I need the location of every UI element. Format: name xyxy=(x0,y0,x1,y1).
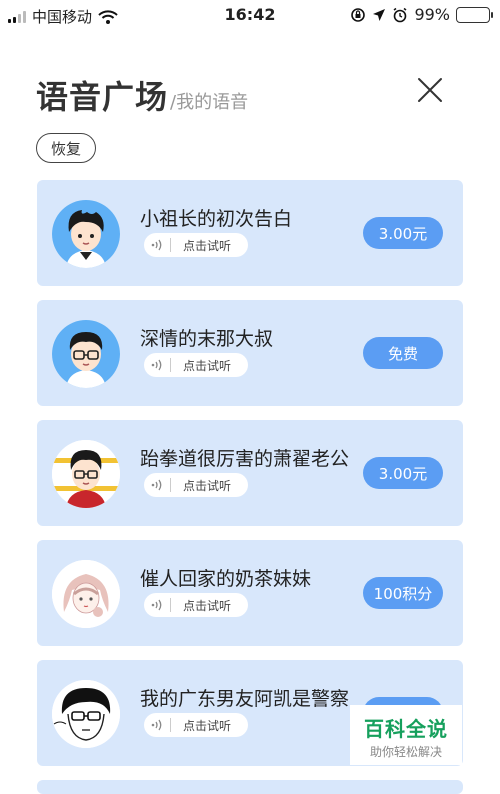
listen-button[interactable]: 点击试听 xyxy=(144,593,248,617)
status-bar: 中国移动 16:42 99% xyxy=(0,0,500,30)
voice-card[interactable]: 小祖长的初次告白 点击试听 3.00元 xyxy=(37,180,463,286)
watermark-sub-text: 助你轻松解决 xyxy=(369,745,442,759)
page-title: 语音广场 xyxy=(36,78,169,116)
voice-card-partial[interactable] xyxy=(37,780,463,794)
location-icon xyxy=(373,8,386,21)
voice-list: 小祖长的初次告白 点击试听 3.00元 深情的末那大叔 点击试听 免费 跆拳道很… xyxy=(37,180,463,794)
price-button[interactable]: 免费 xyxy=(363,337,443,369)
listen-label: 点击试听 xyxy=(183,598,232,613)
voice-card[interactable]: 催人回家的奶茶妹妹 点击试听 100积分 xyxy=(37,540,463,646)
voice-title: 跆拳道很厉害的萧翟老公 xyxy=(140,448,350,470)
listen-label: 点击试听 xyxy=(183,718,232,733)
listen-button[interactable]: 点击试听 xyxy=(144,473,248,497)
voice-title: 我的广东男友阿凯是警察 xyxy=(140,688,350,710)
listen-button[interactable]: 点击试听 xyxy=(144,353,248,377)
boy-cartoon-avatar xyxy=(52,200,120,268)
voice-card[interactable]: 跆拳道很厉害的萧翟老公 点击试听 3.00元 xyxy=(37,420,463,526)
restore-button[interactable]: 恢复 xyxy=(36,133,96,163)
title-row: 语音广场 /我的语音 xyxy=(36,72,248,118)
listen-divider xyxy=(170,478,171,492)
listen-divider xyxy=(170,718,171,732)
watermark-main-text: 百科全说 xyxy=(364,717,448,741)
close-icon xyxy=(418,78,442,102)
listen-button[interactable]: 点击试听 xyxy=(144,713,248,737)
glasses-boy-avatar xyxy=(52,320,120,388)
sound-wave-icon xyxy=(144,598,170,612)
listen-divider xyxy=(170,598,171,612)
voice-title: 催人回家的奶茶妹妹 xyxy=(140,568,312,590)
sound-wave-icon xyxy=(144,478,170,492)
page-subtitle-my-voice[interactable]: /我的语音 xyxy=(170,88,248,114)
girl-sketch-avatar xyxy=(52,560,120,628)
screen-lock-icon xyxy=(351,7,366,22)
alarm-icon xyxy=(393,7,407,22)
price-button[interactable]: 100积分 xyxy=(363,577,443,609)
watermark-logo: 百科全说 助你轻松解决 xyxy=(350,705,462,765)
red-shirt-boy-avatar xyxy=(52,440,120,508)
voice-title: 小祖长的初次告白 xyxy=(140,208,293,230)
voice-card[interactable]: 深情的末那大叔 点击试听 免费 xyxy=(37,300,463,406)
listen-label: 点击试听 xyxy=(183,358,232,373)
listen-label: 点击试听 xyxy=(183,478,232,493)
sound-wave-icon xyxy=(144,238,170,252)
listen-divider xyxy=(170,238,171,252)
close-button[interactable] xyxy=(410,70,450,110)
sound-wave-icon xyxy=(144,718,170,732)
battery-percent: 99% xyxy=(414,5,450,24)
battery-icon xyxy=(456,6,493,23)
listen-divider xyxy=(170,358,171,372)
manga-boy-avatar xyxy=(52,680,120,748)
voice-title: 深情的末那大叔 xyxy=(140,328,274,350)
price-button[interactable]: 3.00元 xyxy=(363,217,443,249)
price-button[interactable]: 3.00元 xyxy=(363,457,443,489)
status-right: 99% xyxy=(350,5,493,24)
listen-label: 点击试听 xyxy=(183,238,232,253)
sound-wave-icon xyxy=(144,358,170,372)
listen-button[interactable]: 点击试听 xyxy=(144,233,248,257)
